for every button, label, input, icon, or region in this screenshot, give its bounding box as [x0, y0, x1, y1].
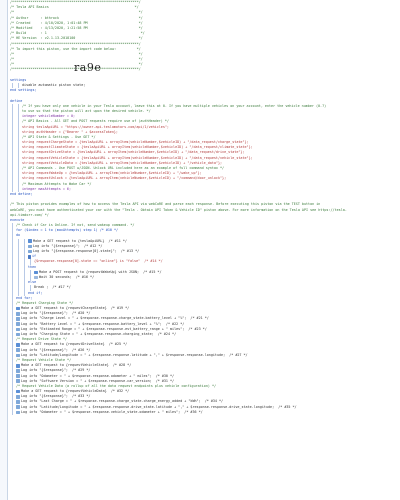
log-icon	[16, 400, 20, 404]
log-icon	[16, 369, 20, 373]
code-line[interactable]: Log info "Odometer = " + $response.respo…	[8, 409, 400, 415]
request-icon	[16, 343, 20, 347]
log-icon	[16, 348, 20, 352]
request-icon	[16, 363, 20, 368]
editor-gutter	[0, 0, 8, 500]
request-icon	[16, 306, 20, 311]
indent-guide	[12, 409, 13, 415]
log-icon	[16, 327, 20, 332]
log-icon	[16, 374, 20, 378]
log-icon	[16, 410, 20, 415]
request-icon	[16, 389, 20, 394]
log-icon	[16, 379, 20, 384]
log-icon	[16, 332, 20, 337]
wait-icon	[34, 275, 38, 280]
log-icon	[28, 249, 32, 254]
log-icon	[16, 405, 20, 410]
import-code-text[interactable]: ra9e	[74, 62, 101, 74]
log-icon	[16, 322, 20, 327]
code-view[interactable]: /***************************************…	[8, 0, 400, 500]
request-icon	[34, 270, 38, 275]
condition-icon	[28, 254, 31, 259]
gutter-marker	[0, 410, 7, 415]
log-icon	[16, 312, 20, 316]
piston-editor: /***************************************…	[0, 0, 400, 500]
log-icon	[16, 317, 20, 321]
code-text: Log info "Odometer = " + $response.respo…	[21, 409, 203, 414]
request-icon	[28, 239, 32, 244]
log-icon	[28, 244, 32, 249]
log-icon	[16, 395, 20, 399]
log-icon	[16, 353, 20, 358]
